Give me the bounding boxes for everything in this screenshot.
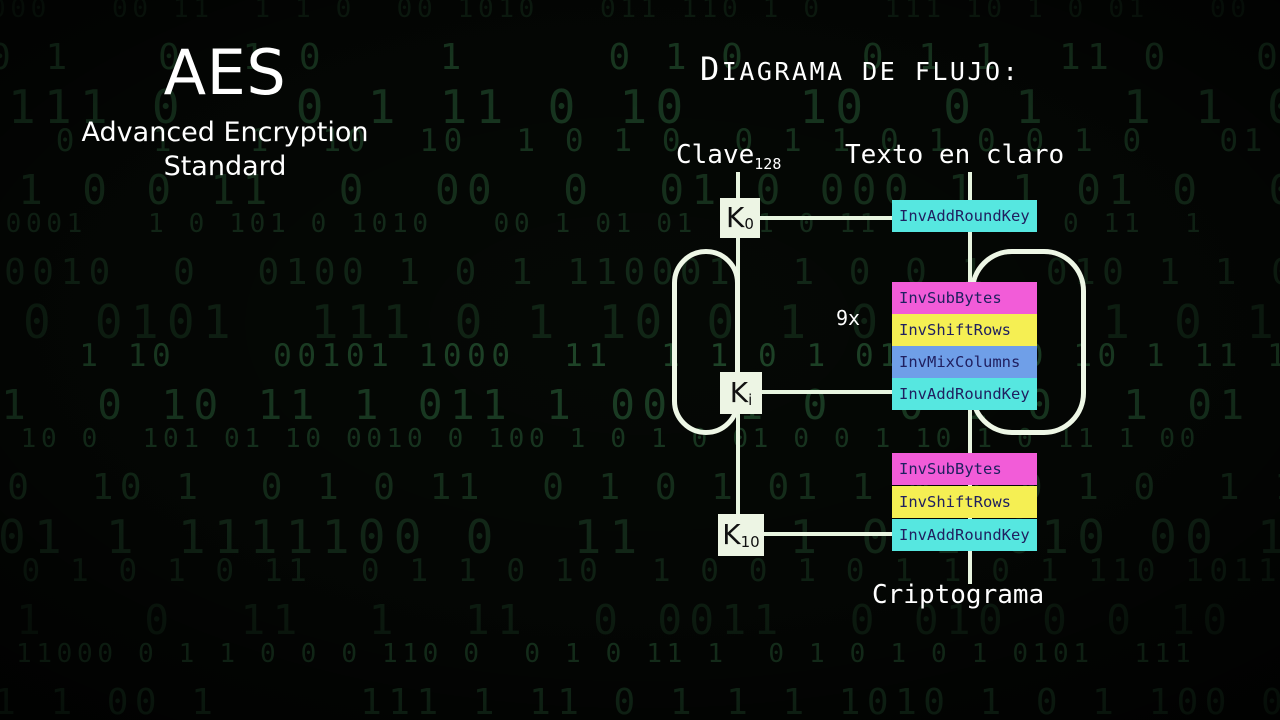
loop-repeat-count: 9x — [836, 306, 861, 330]
key-box-k10-subscript: 10 — [740, 533, 760, 551]
op-box-invaddroundkey-final[interactable]: InvAddRoundKey — [892, 519, 1037, 551]
label-ciphertext: Criptograma — [872, 580, 1045, 610]
wire-k0-feed — [760, 216, 894, 220]
key-box-k10-letter: K — [722, 518, 741, 551]
label-clave-subscript: 128 — [754, 155, 782, 174]
op-box-invmixcolumns-main[interactable]: InvMixColumns — [892, 346, 1037, 378]
key-box-ki-subscript: i — [748, 391, 753, 409]
op-box-invshiftrows-final[interactable]: InvShiftRows — [892, 486, 1037, 518]
key-box-k0-subscript: 0 — [744, 215, 754, 233]
key-box-ki-letter: K — [729, 376, 749, 409]
label-clave: Clave128 — [676, 140, 781, 173]
op-box-invaddroundkey-initial[interactable]: InvAddRoundKey — [892, 200, 1037, 232]
label-plaintext: Texto en claro — [845, 140, 1065, 170]
op-box-invshiftrows-main[interactable]: InvShiftRows — [892, 314, 1037, 346]
wire-ki-feed — [760, 390, 894, 394]
wire-ciphertext-out — [968, 554, 972, 584]
key-box-ki[interactable]: Ki — [720, 372, 762, 414]
key-box-k0-letter: K — [726, 201, 745, 234]
wire-mainround-to-final — [968, 414, 972, 454]
key-box-k10[interactable]: K 10 — [718, 514, 764, 556]
label-clave-text: Clave — [676, 140, 755, 170]
op-box-invaddroundkey-main[interactable]: InvAddRoundKey — [892, 378, 1037, 410]
wire-k10-feed — [760, 532, 894, 536]
wire-ki-to-k10 — [736, 414, 740, 514]
key-box-k0[interactable]: K0 — [720, 198, 760, 238]
op-box-invsubbytes-main[interactable]: InvSubBytes — [892, 282, 1037, 314]
wire-plaintext-in — [968, 172, 972, 202]
op-box-invsubbytes-final[interactable]: InvSubBytes — [892, 453, 1037, 485]
aes-flow-diagram: Clave128 Texto en claro Criptograma 9x K… — [0, 0, 1280, 720]
